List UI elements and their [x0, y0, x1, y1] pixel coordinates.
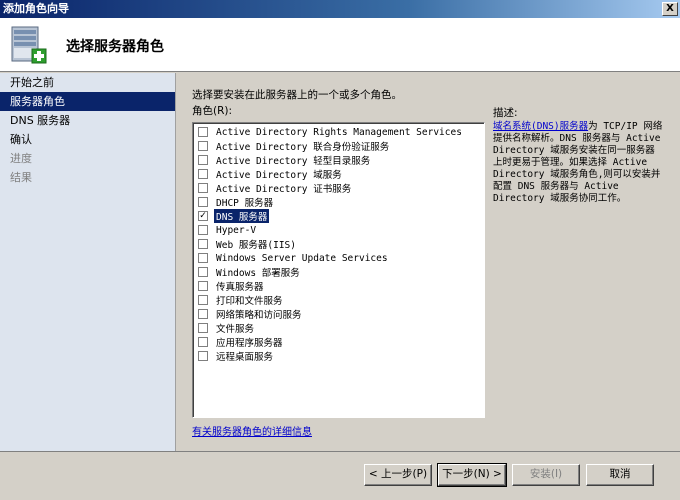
window-title: 添加角色向导 — [3, 2, 69, 15]
description-title: 描述: — [493, 107, 518, 119]
role-item[interactable]: Web 服务器(IIS) — [193, 237, 484, 251]
role-item[interactable]: 网络策略和访问服务 — [193, 307, 484, 321]
role-checkbox[interactable] — [198, 183, 208, 193]
role-checkbox[interactable] — [198, 337, 208, 347]
wizard-sidebar: 开始之前 服务器角色 DNS 服务器 确认进度结果 — [0, 73, 176, 451]
role-checkbox[interactable] — [198, 323, 208, 333]
role-item[interactable]: 应用程序服务器 — [193, 335, 484, 349]
role-checkbox[interactable] — [198, 295, 208, 305]
role-item[interactable]: 打印和文件服务 — [193, 293, 484, 307]
server-add-icon — [11, 26, 47, 64]
install-button[interactable]: 安装(I) — [512, 464, 580, 486]
role-label: Active Directory 证书服务 — [216, 184, 352, 195]
role-checkbox[interactable] — [198, 281, 208, 291]
role-checkbox[interactable] — [198, 253, 208, 263]
role-label: 文件服务 — [216, 324, 255, 335]
role-checkbox[interactable] — [198, 155, 208, 165]
sidebar-item[interactable]: 确认 — [0, 130, 175, 149]
title-bar: 添加角色向导 X — [0, 0, 680, 18]
dns-server-link[interactable]: 域名系统(DNS)服务器 — [493, 121, 588, 132]
back-button[interactable]: < 上一步(P) — [364, 464, 432, 486]
role-label: Active Directory 域服务 — [216, 170, 342, 181]
role-label: Web 服务器(IIS) — [216, 240, 296, 251]
role-item[interactable]: Active Directory 域服务 — [193, 167, 484, 181]
role-label: Active Directory Rights Management Servi… — [216, 126, 462, 138]
role-item[interactable]: 文件服务 — [193, 321, 484, 335]
role-label: 网络策略和访问服务 — [216, 310, 302, 321]
sidebar-item: 结果 — [10, 171, 32, 184]
role-checkbox[interactable] — [198, 141, 208, 151]
role-label: 远程桌面服务 — [216, 352, 274, 363]
role-label: 应用程序服务器 — [216, 338, 283, 349]
role-label: Hyper-V — [216, 224, 257, 236]
sidebar-item: 进度 — [10, 152, 32, 165]
role-checkbox[interactable] — [198, 197, 208, 207]
role-item[interactable]: Active Directory Rights Management Servi… — [193, 125, 484, 139]
wizard-content: 选择要安装在此服务器上的一个或多个角色。 角色(R): Active Direc… — [177, 73, 680, 451]
role-item[interactable]: 远程桌面服务 — [193, 349, 484, 363]
role-item[interactable]: Windows Server Update Services — [193, 251, 484, 265]
role-label: 打印和文件服务 — [216, 296, 283, 307]
role-label: 传真服务器 — [216, 282, 264, 293]
role-item[interactable]: Hyper-V — [193, 223, 484, 237]
role-label: Active Directory 联合身份验证服务 — [216, 142, 390, 153]
role-label: DNS 服务器 — [214, 209, 270, 223]
role-item[interactable]: DHCP 服务器 — [193, 195, 484, 209]
role-item[interactable]: Active Directory 轻型目录服务 — [193, 153, 484, 167]
role-label: Active Directory 轻型目录服务 — [216, 156, 371, 167]
role-checkbox[interactable] — [198, 225, 208, 235]
role-item[interactable]: Active Directory 联合身份验证服务 — [193, 139, 484, 153]
role-item[interactable]: Active Directory 证书服务 — [193, 181, 484, 195]
page-title: 选择服务器角色 — [66, 39, 164, 55]
cancel-button[interactable]: 取消 — [586, 464, 654, 486]
role-item[interactable]: ✓ DNS 服务器 — [193, 209, 484, 223]
more-info-link[interactable]: 有关服务器角色的详细信息 — [192, 423, 312, 438]
role-label: Windows 部署服务 — [216, 268, 300, 279]
wizard-header: 选择服务器角色 — [0, 18, 680, 72]
role-checkbox[interactable]: ✓ — [198, 211, 208, 221]
instruction-text: 选择要安装在此服务器上的一个或多个角色。 — [192, 89, 402, 101]
sidebar-item[interactable]: DNS 服务器 — [0, 111, 175, 130]
close-button[interactable]: X — [662, 2, 678, 16]
role-item[interactable]: Windows 部署服务 — [193, 265, 484, 279]
next-button[interactable]: 下一步(N) > — [437, 463, 507, 487]
sidebar-item[interactable]: 开始之前 — [0, 73, 175, 92]
wizard-footer: < 上一步(P) 下一步(N) > 安装(I) 取消 — [0, 451, 680, 500]
role-label: Windows Server Update Services — [216, 252, 388, 264]
role-checkbox[interactable] — [198, 309, 208, 319]
role-checkbox[interactable] — [198, 351, 208, 361]
description-body: 域名系统(DNS)服务器为 TCP/IP 网络提供名称解析。DNS 服务器与 A… — [493, 121, 663, 205]
role-label: DHCP 服务器 — [216, 198, 274, 209]
sidebar-item[interactable]: 服务器角色 — [0, 92, 175, 111]
description-text: 为 TCP/IP 网络提供名称解析。DNS 服务器与 Active Direct… — [493, 121, 663, 204]
role-checkbox[interactable] — [198, 267, 208, 277]
roles-label: 角色(R): — [192, 105, 233, 117]
role-item[interactable]: 传真服务器 — [193, 279, 484, 293]
role-checkbox[interactable] — [198, 169, 208, 179]
role-checkbox[interactable] — [198, 239, 208, 249]
roles-list[interactable]: Active Directory Rights Management Servi… — [192, 122, 485, 418]
role-checkbox[interactable] — [198, 127, 208, 137]
